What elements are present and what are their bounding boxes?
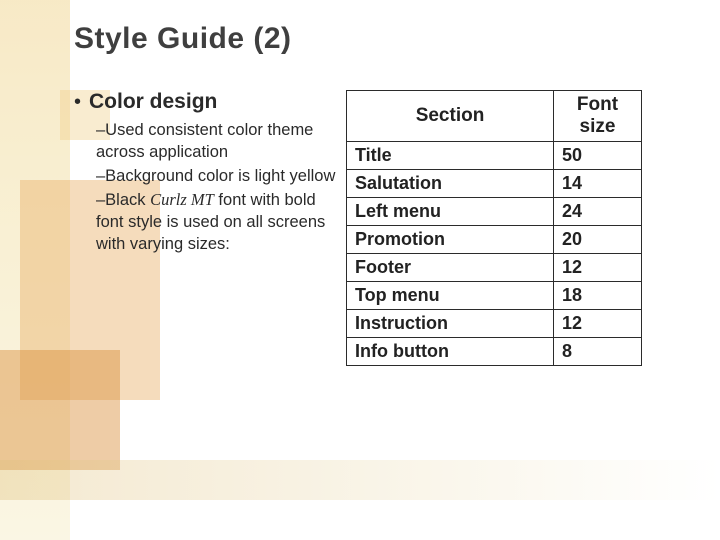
- curlz-font-name: Curlz MT: [150, 190, 214, 209]
- cell-size: 12: [554, 254, 642, 282]
- col-header-section: Section: [347, 91, 554, 142]
- table-row: Info button 8: [347, 338, 642, 366]
- left-column: • Color design –Used consistent color th…: [74, 90, 346, 256]
- bullet-color-design: • Color design: [74, 90, 346, 114]
- col-header-font-size: Font size: [554, 91, 642, 142]
- cell-section: Footer: [347, 254, 554, 282]
- cell-section: Title: [347, 142, 554, 170]
- sub-bullets: –Used consistent color theme across appl…: [96, 120, 346, 256]
- page-title: Style Guide (2): [74, 22, 682, 56]
- content-row: • Color design –Used consistent color th…: [74, 90, 682, 366]
- cell-section: Salutation: [347, 170, 554, 198]
- sub-bullet: –Used consistent color theme across appl…: [96, 120, 346, 164]
- font-size-table: Section Font size Title 50 Salutation 14…: [346, 90, 642, 366]
- cell-section: Top menu: [347, 282, 554, 310]
- cell-size: 20: [554, 226, 642, 254]
- table-row: Salutation 14: [347, 170, 642, 198]
- cell-size: 24: [554, 198, 642, 226]
- cell-section: Promotion: [347, 226, 554, 254]
- cell-size: 50: [554, 142, 642, 170]
- cell-section: Left menu: [347, 198, 554, 226]
- table-row: Instruction 12: [347, 310, 642, 338]
- table-row: Promotion 20: [347, 226, 642, 254]
- table-header-row: Section Font size: [347, 91, 642, 142]
- cell-size: 12: [554, 310, 642, 338]
- cell-size: 14: [554, 170, 642, 198]
- bullet-label: Color design: [89, 90, 217, 114]
- table-row: Title 50: [347, 142, 642, 170]
- slide: Style Guide (2) • Color design –Used con…: [0, 0, 720, 540]
- cell-section: Instruction: [347, 310, 554, 338]
- bullet-dot-icon: •: [74, 92, 81, 112]
- table-row: Footer 12: [347, 254, 642, 282]
- table-row: Left menu 24: [347, 198, 642, 226]
- table-row: Top menu 18: [347, 282, 642, 310]
- cell-size: 8: [554, 338, 642, 366]
- right-column: Section Font size Title 50 Salutation 14…: [346, 90, 682, 366]
- sub-bullet: –Black Curlz MT font with bold font styl…: [96, 189, 346, 255]
- sub-bullet: –Background color is light yellow: [96, 166, 346, 188]
- cell-size: 18: [554, 282, 642, 310]
- cell-section: Info button: [347, 338, 554, 366]
